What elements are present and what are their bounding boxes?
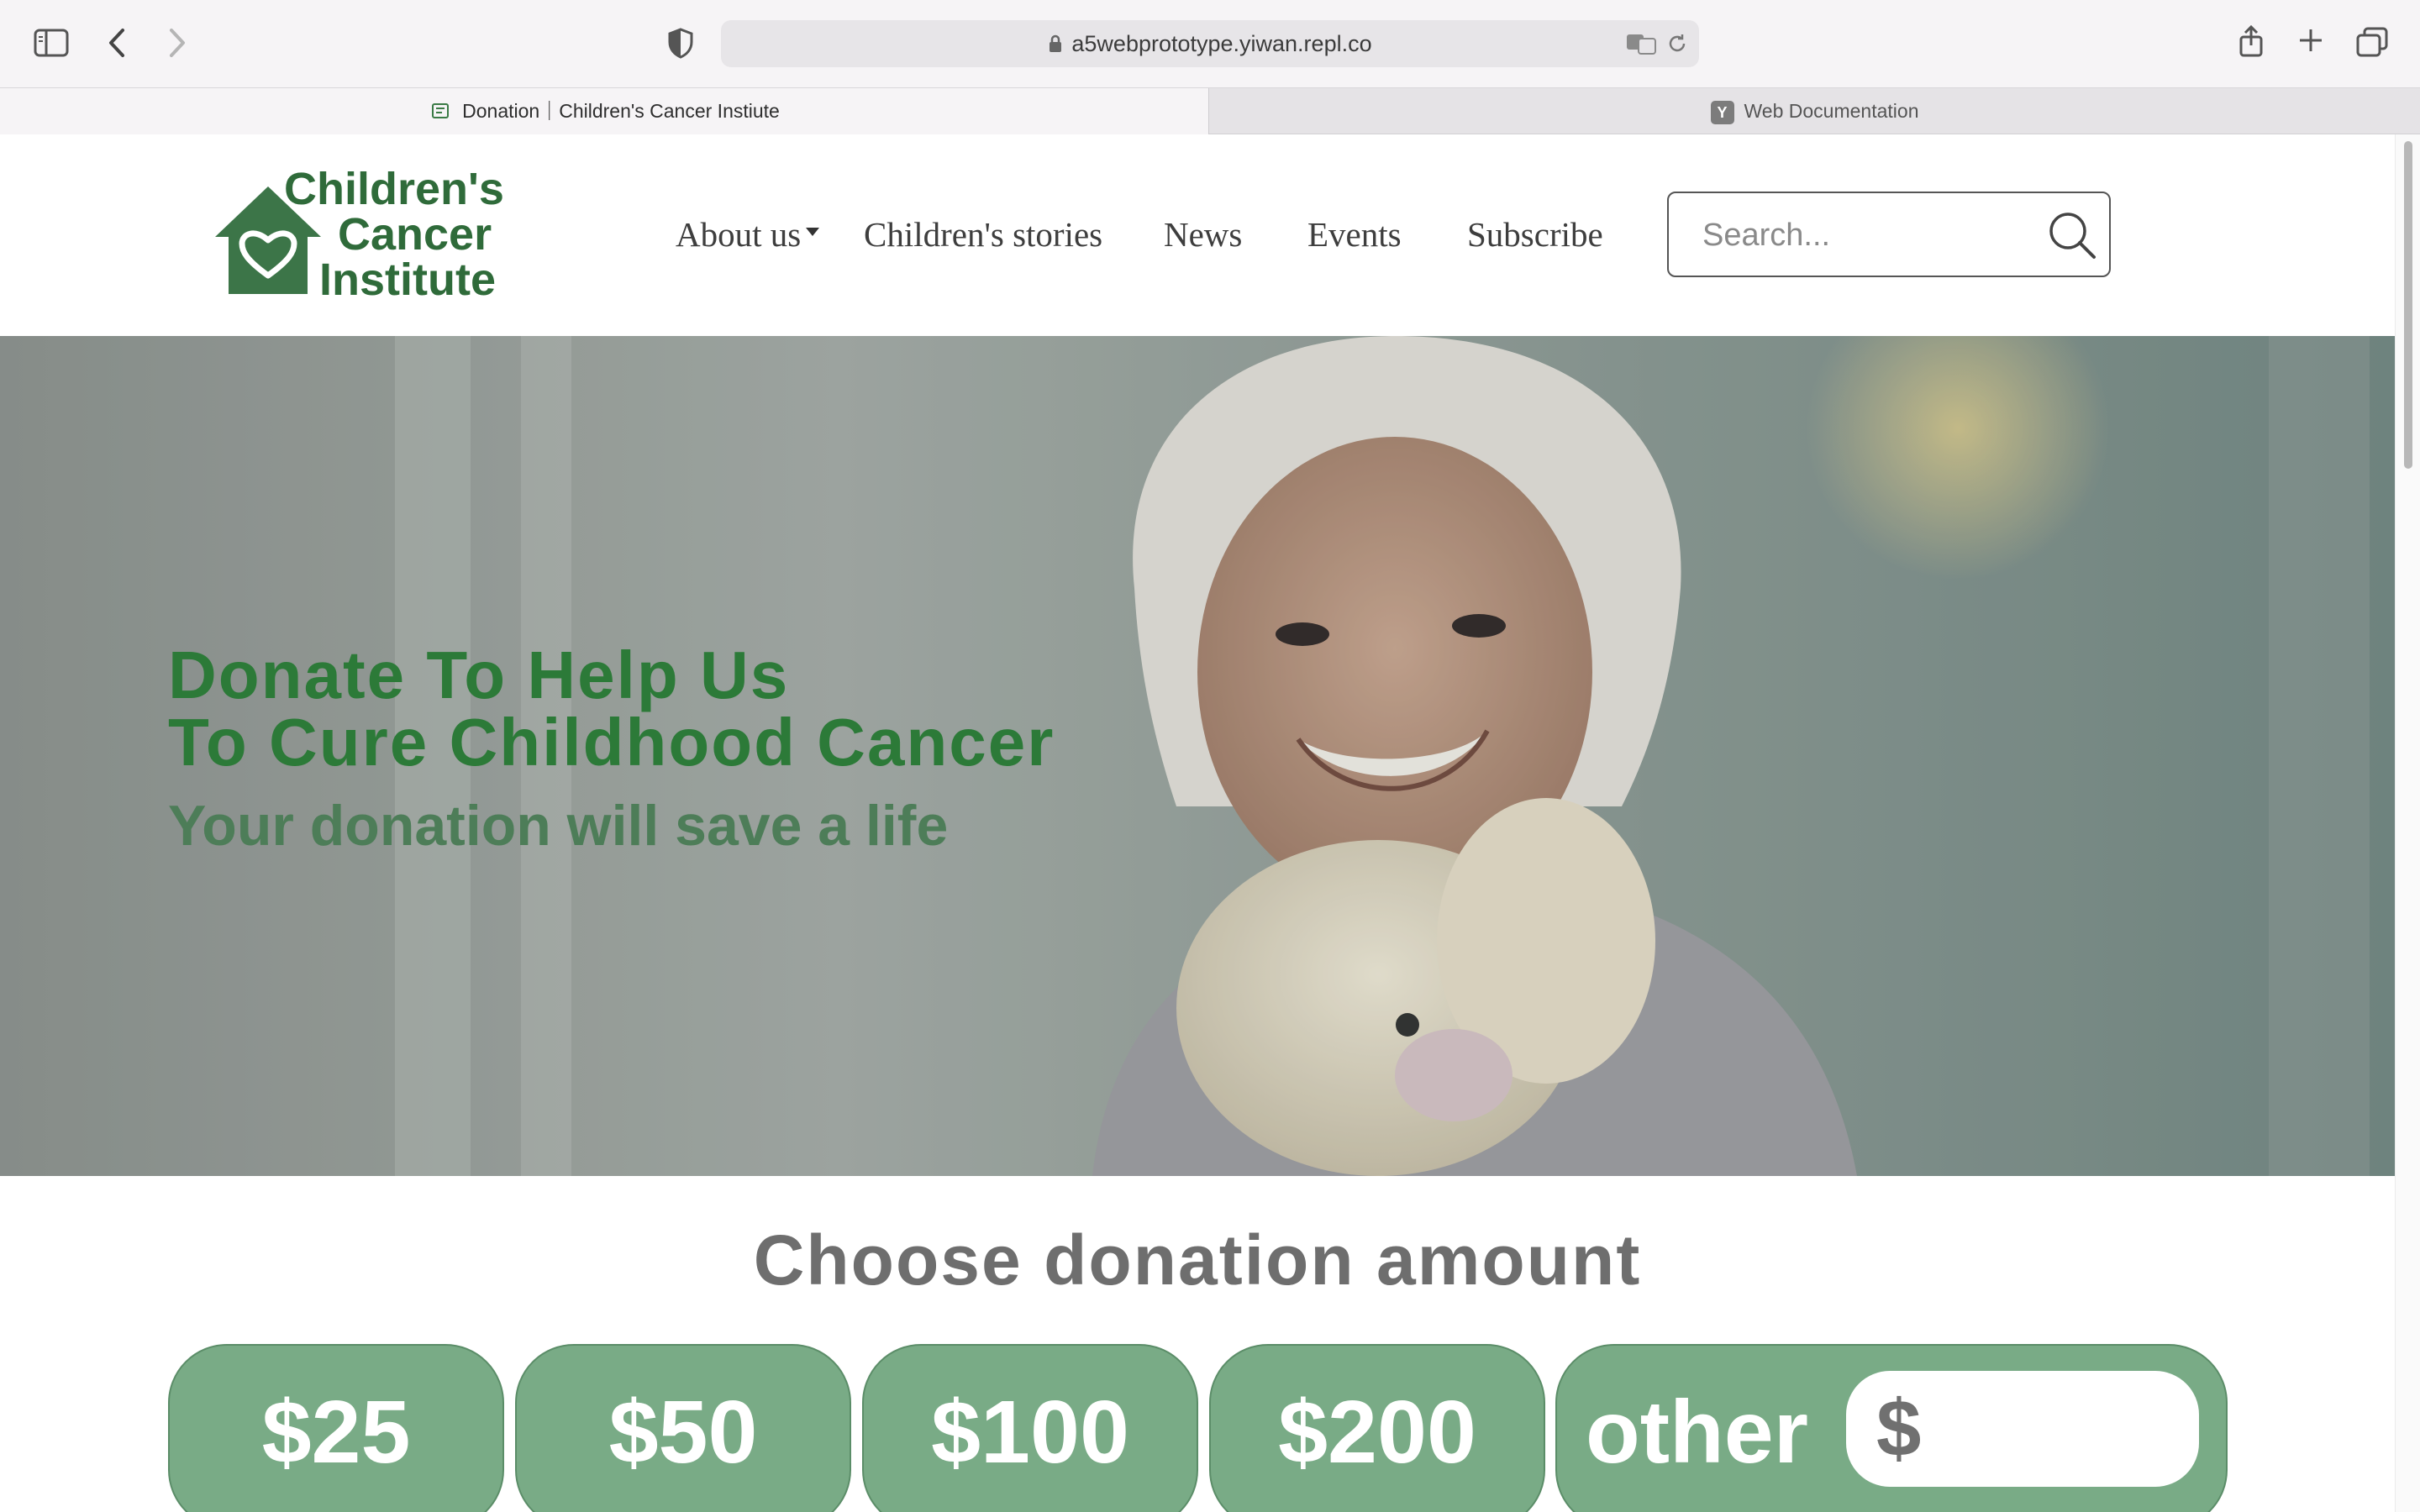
page-scrollbar[interactable] (2395, 134, 2420, 1512)
url-label: a5webprototype.yiwan.repl.co (1071, 31, 1372, 56)
translate-icon[interactable] (1625, 32, 1657, 55)
lock-icon (1050, 34, 1062, 52)
caret-down-icon (806, 228, 820, 236)
nav-news[interactable]: News (1164, 214, 1242, 255)
donation-heading: Choose donation amount (753, 1221, 1642, 1299)
reload-icon[interactable] (1665, 32, 1689, 55)
privacy-shield-icon[interactable] (667, 27, 694, 59)
web-page: Children's Cancer Institute About us Chi… (0, 134, 2395, 1512)
address-bar[interactable]: a5webprototype.yiwan.repl.co (721, 20, 1699, 67)
browser-toolbar: a5webprototype.yiwan.repl.co (0, 0, 2420, 87)
scrollbar-thumb[interactable] (2404, 141, 2412, 469)
y-favicon-icon: Y (1710, 100, 1734, 124)
tab-web-documentation[interactable]: Y Web Documentation (1208, 88, 2420, 134)
amount-100-button[interactable]: $100 (862, 1344, 1198, 1512)
tab-bar: Donation｜Children's Cancer Instiute Y Web… (0, 87, 2420, 134)
other-amount-option[interactable]: other $ (1555, 1344, 2228, 1512)
amount-50-button[interactable]: $50 (515, 1344, 851, 1512)
nav-about-label: About us (676, 215, 802, 254)
new-tab-icon[interactable] (2297, 27, 2324, 54)
logo-line-3: Institute (319, 255, 496, 305)
share-icon[interactable] (2237, 24, 2265, 59)
tab-label: Donation｜Children's Cancer Instiute (462, 100, 780, 122)
other-label: other (1586, 1383, 1808, 1482)
back-icon[interactable] (106, 27, 128, 59)
search-icon[interactable] (2047, 210, 2097, 260)
hero-title: Donate To Help Us To Cure Childhood Canc… (168, 638, 1055, 780)
page-icon (429, 101, 452, 124)
currency-symbol: $ (1876, 1383, 1922, 1473)
sidebar-toggle-icon[interactable] (34, 29, 69, 57)
logo-line-2: Cancer (338, 209, 492, 260)
tab-label: Web Documentation (1744, 100, 1919, 122)
amount-25-button[interactable]: $25 (168, 1344, 504, 1512)
hero-subtitle: Your donation will save a life (168, 794, 949, 858)
nav-about-us[interactable]: About us (676, 214, 821, 255)
nav-subscribe[interactable]: Subscribe (1467, 214, 1603, 255)
search-box (1667, 192, 2111, 277)
search-input[interactable] (1701, 193, 2040, 277)
nav-events[interactable]: Events (1307, 214, 1402, 255)
other-amount-input[interactable]: $ (1846, 1371, 2199, 1487)
nav-childrens-stories[interactable]: Children's stories (864, 214, 1102, 255)
tab-donation[interactable]: Donation｜Children's Cancer Instiute (0, 88, 1208, 134)
site-logo[interactable]: Children's Cancer Institute (213, 166, 533, 309)
tab-overview-icon[interactable] (2356, 27, 2388, 57)
address-text: a5webprototype.yiwan.repl.co (721, 20, 1699, 67)
logo-line-1: Children's (284, 164, 504, 214)
hero-banner: Donate To Help Us To Cure Childhood Canc… (0, 336, 2395, 1176)
forward-icon[interactable] (166, 27, 188, 59)
amount-200-button[interactable]: $200 (1209, 1344, 1545, 1512)
